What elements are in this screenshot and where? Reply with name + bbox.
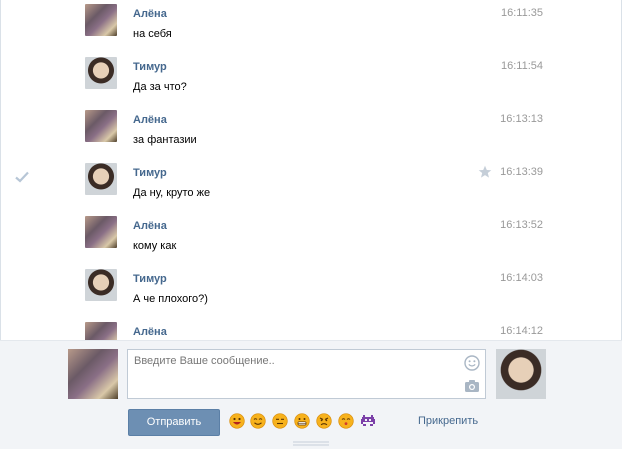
neutral-emoji-icon[interactable] bbox=[272, 413, 288, 429]
grimace-emoji-icon[interactable] bbox=[294, 413, 310, 429]
message-time[interactable]: 16:13:52 bbox=[500, 219, 543, 231]
avatar[interactable] bbox=[85, 269, 117, 301]
message-text: А че плохого?) bbox=[133, 293, 208, 305]
avatar[interactable] bbox=[85, 322, 117, 340]
message-text: Да ну, круто же bbox=[133, 187, 211, 199]
message-row[interactable]: Алёна кому как 16:13:52 bbox=[1, 212, 621, 265]
message-author[interactable]: Тимур bbox=[133, 273, 167, 285]
my-avatar[interactable] bbox=[68, 349, 118, 399]
message-author[interactable]: Тимур bbox=[133, 61, 167, 73]
message-text: кому как bbox=[133, 240, 177, 252]
message-row[interactable]: Алёна 16:14:12 bbox=[1, 318, 621, 340]
message-text: на себя bbox=[133, 28, 172, 40]
avatar[interactable] bbox=[85, 57, 117, 89]
smile-emoji-icon[interactable] bbox=[250, 413, 266, 429]
message-row[interactable]: Алёна на себя 16:11:35 bbox=[1, 0, 621, 53]
message-time[interactable]: 16:11:35 bbox=[501, 7, 543, 19]
message-row[interactable]: Алёна за фантазии 16:13:13 bbox=[1, 106, 621, 159]
composer: Отправить bbox=[0, 340, 622, 449]
message-author[interactable]: Алёна bbox=[133, 114, 167, 126]
message-author[interactable]: Алёна bbox=[133, 220, 167, 232]
message-author[interactable]: Алёна bbox=[133, 326, 167, 338]
message-text: Да за что? bbox=[133, 81, 187, 93]
message-input-wrapper bbox=[127, 349, 486, 399]
grin-emoji-icon[interactable] bbox=[229, 413, 245, 429]
message-time[interactable]: 16:11:54 bbox=[501, 60, 543, 72]
message-history[interactable]: Алёна на себя 16:11:35 Тимур Да за что? 16:11… bbox=[0, 0, 622, 340]
resize-grip-icon[interactable] bbox=[293, 441, 329, 446]
message-row[interactable]: Тимур Да за что? 16:11:54 bbox=[1, 53, 621, 106]
message-time[interactable]: 16:14:03 bbox=[500, 272, 543, 284]
message-author[interactable]: Алёна bbox=[133, 8, 167, 20]
attach-link[interactable]: Прикрепить bbox=[418, 415, 478, 427]
message-time[interactable]: 16:13:39 bbox=[500, 166, 543, 178]
send-button[interactable]: Отправить bbox=[128, 409, 220, 436]
message-time[interactable]: 16:14:12 bbox=[500, 325, 543, 337]
peer-avatar[interactable] bbox=[496, 349, 546, 399]
camera-icon[interactable] bbox=[464, 379, 480, 393]
message-input[interactable] bbox=[128, 350, 458, 398]
avatar[interactable] bbox=[85, 163, 117, 195]
space-invader-emoji-icon[interactable] bbox=[360, 413, 376, 429]
message-row[interactable]: Тимур Да ну, круто же 16:13:39 bbox=[1, 159, 621, 212]
smile-icon[interactable] bbox=[464, 355, 480, 371]
checkmark-icon[interactable] bbox=[15, 171, 29, 183]
avatar[interactable] bbox=[85, 4, 117, 36]
star-icon[interactable] bbox=[478, 165, 492, 179]
message-text: за фантазии bbox=[133, 134, 197, 146]
avatar[interactable] bbox=[85, 216, 117, 248]
kiss-emoji-icon[interactable] bbox=[338, 413, 354, 429]
message-time[interactable]: 16:13:13 bbox=[500, 113, 543, 125]
message-author[interactable]: Тимур bbox=[133, 167, 167, 179]
angry-emoji-icon[interactable] bbox=[316, 413, 332, 429]
avatar[interactable] bbox=[85, 110, 117, 142]
message-row[interactable]: Тимур А че плохого?) 16:14:03 bbox=[1, 265, 621, 318]
